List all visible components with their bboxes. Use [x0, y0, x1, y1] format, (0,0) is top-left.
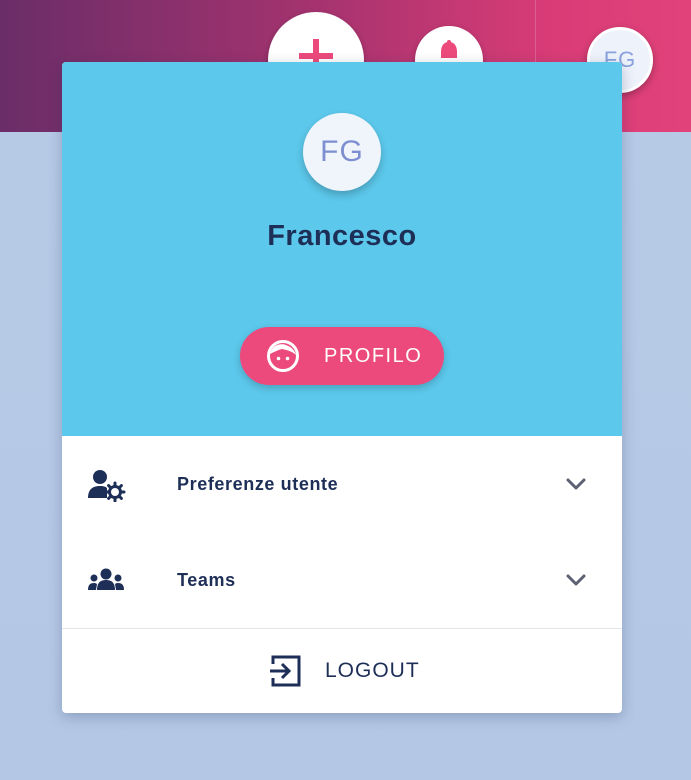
chevron-down-icon	[566, 574, 586, 586]
user-avatar-initials: FG	[320, 135, 364, 168]
profile-button[interactable]: PROFILO	[240, 327, 444, 385]
teams-icon	[88, 568, 124, 590]
logout-icon	[270, 655, 301, 687]
profile-button-label: PROFILO	[324, 345, 423, 367]
user-panel-header: FG Francesco PROFILO	[62, 62, 622, 436]
user-settings-icon	[88, 470, 126, 502]
menu-item-teams[interactable]: Teams	[62, 532, 622, 628]
user-menu-panel: FG Francesco PROFILO Preferenze utente T…	[62, 62, 622, 713]
user-name: Francesco	[267, 220, 417, 252]
user-avatar: FG	[303, 113, 381, 191]
logout-button[interactable]: LOGOUT	[62, 629, 622, 713]
menu-item-label: Teams	[177, 570, 236, 590]
menu-item-preferenze-utente[interactable]: Preferenze utente	[62, 436, 622, 532]
face-icon	[267, 340, 299, 372]
logout-label: LOGOUT	[325, 659, 420, 682]
chevron-down-icon	[566, 478, 586, 490]
menu-item-label: Preferenze utente	[177, 474, 339, 494]
